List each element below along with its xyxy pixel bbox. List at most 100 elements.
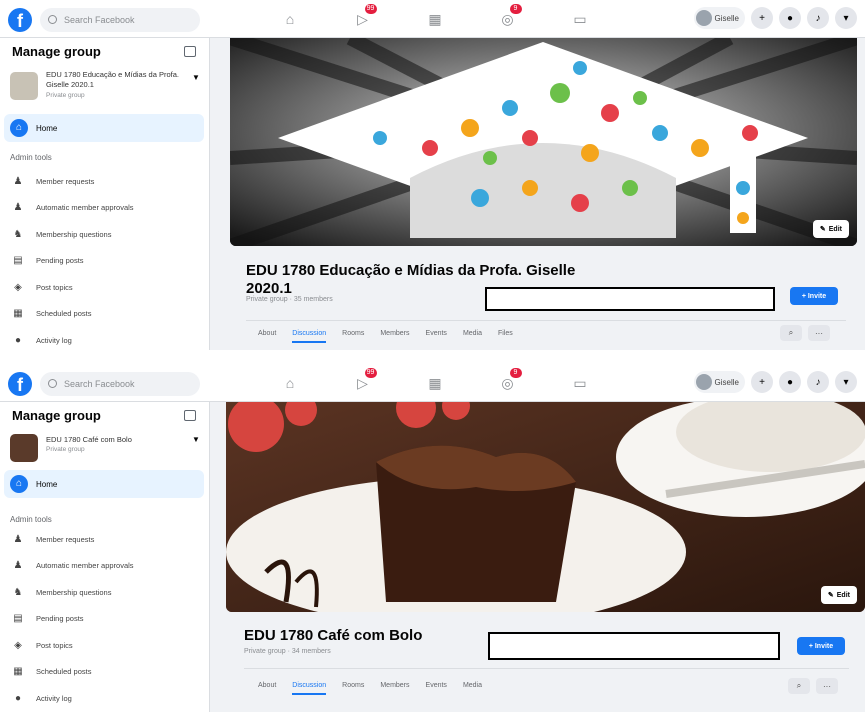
- highlight-box: [485, 287, 775, 311]
- tab-about[interactable]: About: [258, 682, 276, 695]
- search-input[interactable]: Search Facebook: [40, 8, 200, 32]
- sidebar-item-post-topics[interactable]: ◈ Post topics: [10, 632, 205, 659]
- tab-files[interactable]: Files: [498, 330, 513, 343]
- tab-members[interactable]: Members: [380, 682, 409, 695]
- group-switcher[interactable]: EDU 1780 Café com Bolo Private group ▼: [10, 432, 202, 468]
- edit-label: Edit: [836, 591, 850, 599]
- sidebar-item-post-topics[interactable]: ◈ Post topics: [10, 274, 205, 301]
- notifications-icon[interactable]: ♪: [807, 7, 829, 29]
- sidebar-item-label: Scheduled posts: [36, 667, 92, 677]
- watch-nav-icon[interactable]: ▷ 99: [343, 368, 383, 396]
- gaming-nav-icon[interactable]: ▭: [560, 370, 600, 396]
- member-requests-icon: ♟: [13, 533, 23, 545]
- watch-nav-icon[interactable]: ▷ 99: [343, 4, 383, 32]
- sidebar-item-home[interactable]: ⌂ Home: [4, 114, 204, 142]
- edit-label: Edit: [828, 225, 842, 233]
- more-options-icon[interactable]: ···: [808, 325, 830, 341]
- pending-posts-icon: ▤: [13, 255, 23, 267]
- facebook-logo[interactable]: f: [8, 8, 32, 32]
- create-icon[interactable]: +: [751, 7, 773, 29]
- create-icon[interactable]: +: [751, 371, 773, 393]
- group-thumbnail: [10, 72, 38, 100]
- edit-cover-button[interactable]: ✎ Edit: [820, 586, 857, 604]
- tab-events[interactable]: Events: [426, 330, 447, 343]
- chevron-down-icon[interactable]: ▼: [192, 435, 200, 444]
- marketplace-nav-icon[interactable]: ▦: [415, 6, 455, 32]
- sidebar-item-scheduled-posts[interactable]: ▦ Scheduled posts: [10, 301, 205, 328]
- post-topics-icon: ◈: [14, 639, 22, 651]
- sidebar-item-label: Activity log: [36, 693, 72, 703]
- profile-name: Giselle: [714, 377, 739, 387]
- sidebar-item-activity-log[interactable]: ● Activity log: [10, 327, 205, 350]
- search-placeholder: Search Facebook: [64, 15, 135, 25]
- search-input[interactable]: Search Facebook: [40, 372, 200, 396]
- sidebar-item-label: Home: [36, 123, 58, 133]
- sidebar-title: Manage group: [12, 44, 101, 59]
- sidebar-item-label: Pending posts: [36, 256, 84, 266]
- sidebar-item-activity-log[interactable]: ● Activity log: [10, 685, 205, 712]
- messenger-icon[interactable]: ●: [779, 7, 801, 29]
- auto-approval-icon: ♟: [13, 560, 23, 572]
- home-icon: ⌂: [10, 475, 28, 493]
- sidebar-item-label: Activity log: [36, 335, 72, 345]
- tab-media[interactable]: Media: [463, 682, 482, 695]
- marketplace-nav-icon[interactable]: ▦: [415, 370, 455, 396]
- invite-button[interactable]: + Invite: [797, 637, 845, 655]
- profile-chip[interactable]: Giselle: [693, 371, 745, 393]
- collapse-sidebar-icon[interactable]: [184, 46, 196, 57]
- sidebar-item-label: Membership questions: [36, 229, 112, 239]
- groups-nav-icon[interactable]: ◎ 9: [488, 368, 528, 396]
- account-menu-icon[interactable]: ▾: [835, 7, 857, 29]
- tab-events[interactable]: Events: [426, 682, 447, 695]
- collapse-sidebar-icon[interactable]: [184, 410, 196, 421]
- sidebar-item-automatic-approvals[interactable]: ♟ Automatic member approvals: [10, 553, 205, 580]
- facebook-logo[interactable]: f: [8, 372, 32, 396]
- sidebar-item-automatic-approvals[interactable]: ♟ Automatic member approvals: [10, 195, 205, 222]
- auto-approval-icon: ♟: [13, 202, 23, 214]
- tab-members[interactable]: Members: [380, 330, 409, 343]
- tab-discussion[interactable]: Discussion: [292, 682, 327, 695]
- calendar-icon: ▦: [13, 308, 23, 320]
- search-group-icon[interactable]: ⌕: [788, 678, 810, 694]
- search-placeholder: Search Facebook: [64, 379, 135, 389]
- member-requests-icon: ♟: [13, 175, 23, 187]
- invite-button[interactable]: + Invite: [790, 287, 838, 305]
- home-nav-icon[interactable]: ⌂: [270, 6, 310, 32]
- group-name: EDU 1780 Educação e Mídias da Profa. Gis…: [46, 70, 179, 89]
- sidebar-item-scheduled-posts[interactable]: ▦ Scheduled posts: [10, 659, 205, 686]
- sidebar-item-label: Automatic member approvals: [36, 203, 134, 213]
- messenger-icon[interactable]: ●: [779, 371, 801, 393]
- sidebar-title: Manage group: [12, 408, 101, 423]
- sidebar-item-pending-posts[interactable]: ▤ Pending posts: [10, 606, 205, 633]
- watch-badge: 99: [364, 368, 377, 378]
- sidebar-item-label: Membership questions: [36, 587, 112, 597]
- more-options-icon[interactable]: ···: [816, 678, 838, 694]
- chevron-down-icon[interactable]: ▼: [192, 73, 200, 82]
- gaming-nav-icon[interactable]: ▭: [560, 6, 600, 32]
- sidebar-item-membership-questions[interactable]: ♞ Membership questions: [10, 579, 205, 606]
- tab-media[interactable]: Media: [463, 330, 482, 343]
- notifications-icon[interactable]: ♪: [807, 371, 829, 393]
- group-switcher[interactable]: EDU 1780 Educação e Mídias da Profa. Gis…: [10, 70, 202, 106]
- sidebar-item-label: Scheduled posts: [36, 309, 92, 319]
- edit-cover-button[interactable]: ✎ Edit: [812, 220, 849, 238]
- sidebar-item-pending-posts[interactable]: ▤ Pending posts: [10, 248, 205, 275]
- sidebar-item-home[interactable]: ⌂ Home: [4, 470, 204, 498]
- sidebar-item-membership-questions[interactable]: ♞ Membership questions: [10, 221, 205, 248]
- search-group-icon[interactable]: ⌕: [780, 325, 802, 341]
- tab-discussion[interactable]: Discussion: [292, 330, 327, 343]
- divider: [246, 320, 846, 321]
- profile-chip[interactable]: Giselle: [693, 7, 745, 29]
- post-topics-icon: ◈: [14, 281, 22, 293]
- group-tabs: About Discussion Rooms Members Events Me…: [258, 330, 513, 343]
- groups-nav-icon[interactable]: ◎ 9: [488, 4, 528, 32]
- activity-log-icon: ●: [14, 334, 22, 346]
- tab-rooms[interactable]: Rooms: [342, 330, 364, 343]
- sidebar-item-member-requests[interactable]: ♟ Member requests: [10, 168, 205, 195]
- watch-badge: 99: [364, 4, 377, 14]
- tab-rooms[interactable]: Rooms: [342, 682, 364, 695]
- home-nav-icon[interactable]: ⌂: [270, 370, 310, 396]
- tab-about[interactable]: About: [258, 330, 276, 343]
- sidebar-item-member-requests[interactable]: ♟ Member requests: [10, 526, 205, 553]
- account-menu-icon[interactable]: ▾: [835, 371, 857, 393]
